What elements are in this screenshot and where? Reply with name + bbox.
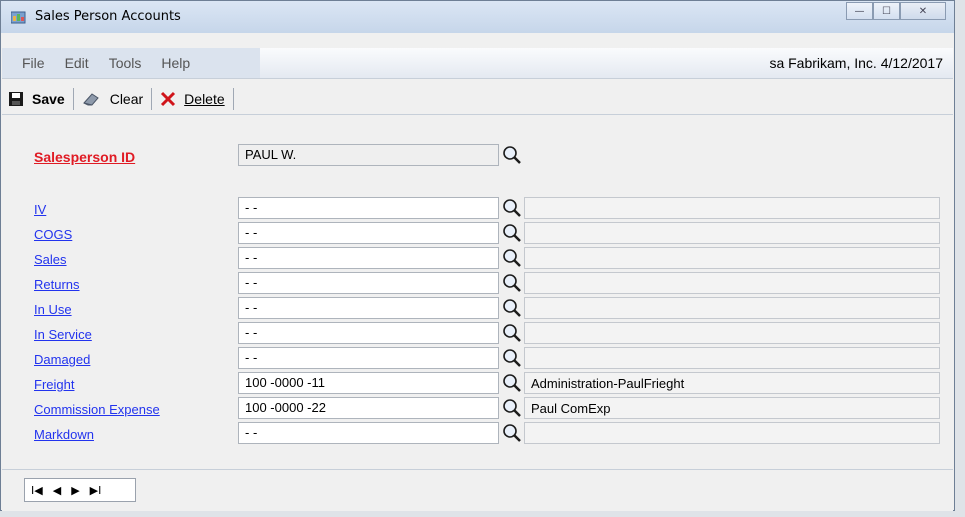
next-record-button[interactable]: ▶ [71,484,79,497]
app-icon [11,11,26,24]
lookup-icon[interactable] [501,272,523,294]
lookup-icon[interactable] [501,144,523,166]
lookup-icon[interactable] [501,247,523,269]
account-label-sales[interactable]: Sales [34,252,67,267]
account-label-iv[interactable]: IV [34,202,46,217]
account-label-cogs[interactable]: COGS [34,227,72,242]
account-description-in-service [524,322,940,344]
account-description-returns [524,272,940,294]
sales-person-accounts-window: Sales Person Accounts — ☐ ✕ File Edit To… [0,0,955,511]
account-field-cogs[interactable]: - - [238,222,499,244]
lookup-icon[interactable] [501,397,523,419]
menu-edit[interactable]: Edit [65,55,89,71]
delete-button[interactable]: Delete [154,87,230,111]
salesperson-id-field[interactable]: PAUL W. [238,144,499,166]
close-icon: ✕ [918,5,928,17]
account-description-damaged [524,347,940,369]
account-field-markdown[interactable]: - - [238,422,499,444]
salesperson-id-label[interactable]: Salesperson ID [34,149,135,165]
account-label-in-service[interactable]: In Service [34,327,92,342]
close-button[interactable]: ✕ [900,2,946,20]
menu-tools[interactable]: Tools [109,55,142,71]
account-field-damaged[interactable]: - - [238,347,499,369]
account-field-commission-expense[interactable]: 100 -0000 -22 [238,397,499,419]
account-description-markdown [524,422,940,444]
minimize-button[interactable]: — [846,2,873,20]
record-navigation: I◀ ◀ ▶ ▶I [24,478,136,502]
save-icon [9,92,23,106]
account-description-in-use [524,297,940,319]
delete-label: Delete [184,91,225,107]
account-label-markdown[interactable]: Markdown [34,427,94,442]
previous-record-button[interactable]: ◀ [53,484,61,497]
lookup-icon[interactable] [501,347,523,369]
menu-bar: File Edit Tools Help sa Fabrikam, Inc. 4… [2,48,953,79]
eraser-icon [82,93,99,106]
menu-file[interactable]: File [22,55,45,71]
account-field-freight[interactable]: 100 -0000 -11 [238,372,499,394]
last-record-button[interactable]: ▶I [90,484,102,497]
lookup-icon[interactable] [501,222,523,244]
account-field-returns[interactable]: - - [238,272,499,294]
account-field-sales[interactable]: - - [238,247,499,269]
clear-label: Clear [109,91,144,107]
first-record-button[interactable]: I◀ [31,484,43,497]
account-label-commission-expense[interactable]: Commission Expense [34,402,160,417]
company-date: sa Fabrikam, Inc. 4/12/2017 [769,55,943,71]
menu-items: File Edit Tools Help [2,48,260,78]
lookup-icon[interactable] [501,322,523,344]
maximize-button[interactable]: ☐ [873,2,900,20]
clear-button[interactable]: Clear [76,87,149,111]
lookup-icon[interactable] [501,372,523,394]
account-label-in-use[interactable]: In Use [34,302,72,317]
window-title: Sales Person Accounts [35,9,181,24]
maximize-icon: ☐ [882,5,891,17]
save-label: Save [32,91,65,107]
account-field-iv[interactable]: - - [238,197,499,219]
lookup-icon[interactable] [501,297,523,319]
toolbar: Save Clear Delete [2,84,953,115]
account-field-in-use[interactable]: - - [238,297,499,319]
account-description-cogs [524,222,940,244]
account-description-sales [524,247,940,269]
minimize-icon: — [854,5,865,17]
account-field-in-service[interactable]: - - [238,322,499,344]
lookup-icon[interactable] [501,197,523,219]
window-controls: — ☐ ✕ [846,2,946,22]
account-description-commission-expense: Paul ComExp [524,397,940,419]
status-bar: I◀ ◀ ▶ ▶I [2,469,953,511]
lookup-icon[interactable] [501,422,523,444]
toolbar-separator [232,88,234,110]
account-label-freight[interactable]: Freight [34,377,74,392]
save-button[interactable]: Save [2,87,71,111]
delete-x-icon [161,91,176,107]
toolbar-separator [72,88,74,110]
account-description-iv [524,197,940,219]
toolbar-separator [151,88,153,110]
menu-help[interactable]: Help [161,55,190,71]
account-label-returns[interactable]: Returns [34,277,80,292]
account-label-damaged[interactable]: Damaged [34,352,90,367]
account-form: Salesperson ID PAUL W. IV - - COGS - - S… [2,119,953,464]
account-description-freight: Administration-PaulFrieght [524,372,940,394]
title-bar: Sales Person Accounts — ☐ ✕ [1,1,954,33]
